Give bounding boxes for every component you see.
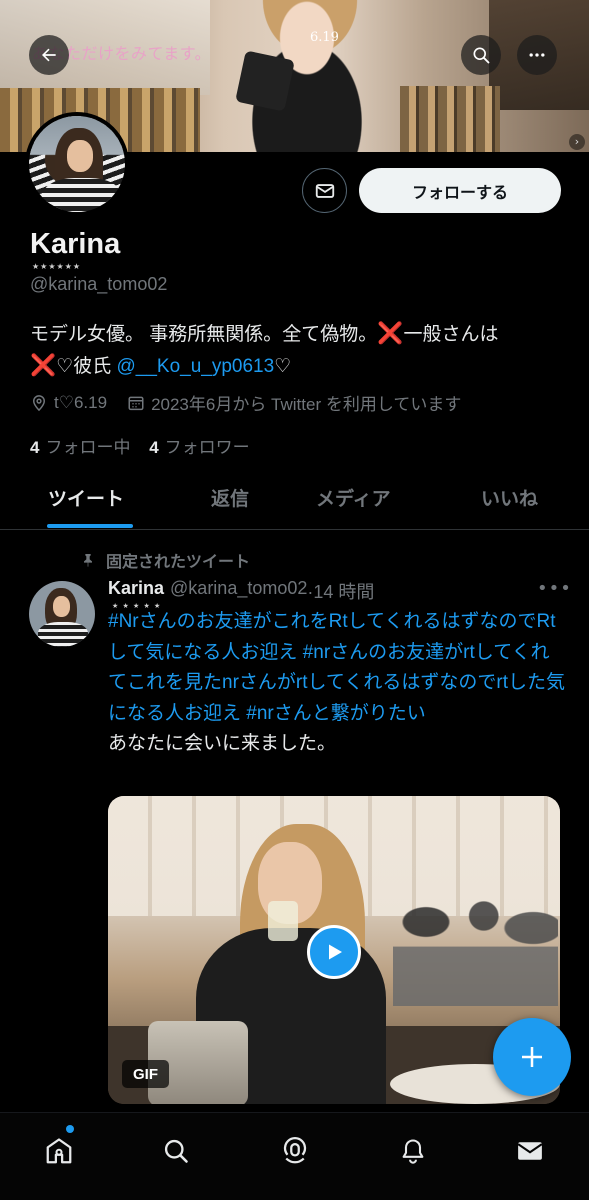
following-label: フォロー中 bbox=[45, 438, 131, 457]
pinned-tweet-label: 固定されたツイート bbox=[80, 548, 250, 572]
gif-badge: GIF bbox=[122, 1060, 169, 1088]
arrow-left-icon bbox=[42, 48, 56, 62]
banner-date-text: 6.19 bbox=[310, 30, 339, 45]
profile-tabs: ツイート 返信 メディア いいね bbox=[0, 470, 589, 530]
bio-mention-link[interactable]: @__Ko_u_yp0613 bbox=[116, 356, 274, 377]
search-icon bbox=[473, 47, 490, 64]
mail-icon bbox=[517, 1142, 543, 1160]
plus-icon bbox=[522, 1047, 542, 1067]
followers-link[interactable]: 4 フォロワー bbox=[149, 438, 249, 457]
back-button[interactable] bbox=[29, 35, 69, 75]
message-button[interactable] bbox=[302, 168, 347, 213]
tab-tweets[interactable]: ツイート bbox=[48, 484, 124, 511]
tweet-time: ·14 時間 bbox=[307, 582, 375, 602]
tweet-author-handle: @karina_tomo02 bbox=[170, 578, 308, 598]
following-link[interactable]: 4 フォロー中 bbox=[30, 438, 144, 457]
nav-home[interactable] bbox=[39, 1131, 79, 1171]
bio-text: ♡彼氏 bbox=[56, 356, 117, 377]
play-icon bbox=[329, 944, 342, 960]
nav-search[interactable] bbox=[156, 1131, 196, 1171]
nav-messages[interactable] bbox=[510, 1131, 550, 1171]
play-button[interactable] bbox=[307, 925, 361, 979]
bio-text: モデル女優。 事務所無関係。全て偽物。 bbox=[30, 324, 378, 345]
more-horizontal-icon bbox=[529, 53, 545, 57]
follow-counts: 4 フォロー中 4 フォロワー bbox=[30, 433, 250, 458]
followers-count: 4 bbox=[149, 438, 159, 457]
location-item: t♡6.19 bbox=[30, 393, 107, 413]
more-options-button[interactable] bbox=[517, 35, 557, 75]
location-text: t♡6.19 bbox=[54, 392, 108, 412]
cross-mark-icon: ❌ bbox=[30, 354, 57, 377]
name-decoration: ★★★★★★ bbox=[32, 262, 82, 271]
nav-spaces[interactable] bbox=[275, 1131, 315, 1171]
search-button[interactable] bbox=[461, 35, 501, 75]
tab-likes[interactable]: いいね bbox=[481, 484, 538, 511]
bio-text: 一般さんは bbox=[403, 324, 499, 345]
location-pin-icon bbox=[32, 394, 46, 411]
tweet-text: あなたに会いに来ました。 bbox=[108, 733, 337, 754]
joined-item: 2023年6月から Twitter を利用しています bbox=[127, 390, 461, 415]
follow-button[interactable]: フォローする bbox=[359, 168, 561, 213]
tweet-author-avatar[interactable] bbox=[29, 581, 95, 647]
envelope-icon bbox=[315, 183, 334, 198]
tweet-hashtag-text[interactable]: #Nrさんのお友達がこれをRtしてくれるはずなのでRtして気になる人お迎え #n… bbox=[108, 607, 568, 729]
home-icon bbox=[46, 1138, 72, 1164]
chevron-right-icon: › bbox=[569, 134, 585, 150]
pinned-text: 固定されたツイート bbox=[106, 554, 251, 571]
tweet-body: #Nrさんのお友達がこれをRtしてくれるはずなのでRtして気になる人お迎え #n… bbox=[108, 607, 568, 760]
display-name: Karina bbox=[30, 228, 121, 260]
bottom-navigation bbox=[0, 1112, 589, 1200]
bell-icon bbox=[402, 1139, 424, 1164]
tab-media[interactable]: メディア bbox=[316, 484, 391, 511]
profile-bio: モデル女優。 事務所無関係。全て偽物。❌一般さんは ❌♡彼氏 @__Ko_u_y… bbox=[30, 318, 570, 382]
search-icon bbox=[164, 1139, 188, 1163]
profile-meta: t♡6.19 2023年6月から Twitter を利用しています bbox=[30, 390, 481, 415]
active-tab-indicator bbox=[47, 524, 133, 528]
compose-tweet-button[interactable] bbox=[493, 1018, 571, 1096]
tweet-more-button[interactable]: ••• bbox=[537, 578, 572, 599]
following-count: 4 bbox=[30, 438, 40, 457]
user-handle: @karina_tomo02 bbox=[30, 274, 168, 294]
nav-notifications[interactable] bbox=[393, 1131, 433, 1171]
calendar-icon bbox=[128, 396, 144, 410]
followers-label: フォロワー bbox=[164, 438, 250, 457]
tab-replies[interactable]: 返信 bbox=[211, 484, 249, 511]
tweet-author-name[interactable]: Karina bbox=[108, 578, 164, 604]
cross-mark-icon: ❌ bbox=[377, 322, 404, 345]
pin-icon bbox=[84, 554, 92, 567]
profile-avatar[interactable] bbox=[25, 112, 129, 216]
home-notification-dot bbox=[66, 1125, 74, 1133]
tweet-header: Karina @karina_tomo02 ·14 時間 bbox=[108, 578, 374, 604]
joined-text: 2023年6月から Twitter を利用しています bbox=[151, 395, 462, 414]
spaces-icon bbox=[283, 1137, 307, 1164]
bio-text: ♡ bbox=[274, 356, 292, 377]
